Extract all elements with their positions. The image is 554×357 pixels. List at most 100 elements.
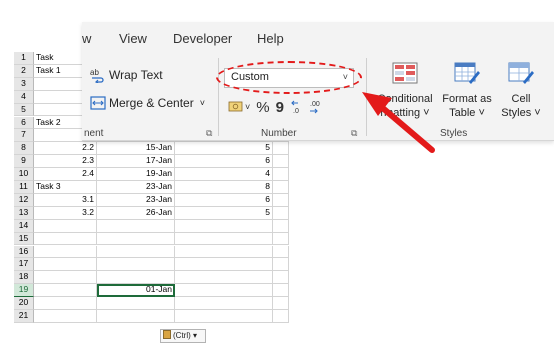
decrease-decimal-icon[interactable]: .00 <box>308 99 326 115</box>
cell-column-c[interactable] <box>175 219 273 233</box>
cell-column-d[interactable] <box>273 297 289 310</box>
cell-column-c[interactable]: 5 <box>175 206 273 220</box>
cell-column-c[interactable]: 6 <box>175 193 273 207</box>
row-header[interactable]: 2 <box>14 64 34 78</box>
wrap-text-button[interactable]: ab Wrap Text <box>90 67 163 83</box>
tab-help[interactable]: Help <box>257 31 284 46</box>
row-header[interactable]: 4 <box>14 90 34 104</box>
tab-review-partial[interactable]: w <box>82 31 91 46</box>
merge-dropdown-chevron-icon[interactable]: ˅ <box>200 98 205 108</box>
cell-column-b[interactable] <box>97 310 175 323</box>
cell-column-d[interactable] <box>273 232 289 246</box>
cell-column-a[interactable]: Task 3 <box>34 181 97 194</box>
tab-view[interactable]: View <box>119 31 147 46</box>
row-header[interactable]: 16 <box>14 245 34 259</box>
row-header[interactable]: 8 <box>14 142 34 156</box>
row-header[interactable]: 10 <box>14 168 34 181</box>
cell-column-d[interactable] <box>273 206 289 220</box>
row-header[interactable]: 19 <box>14 284 34 298</box>
cell-column-d[interactable] <box>273 155 289 169</box>
format-as-table-icon <box>454 62 480 84</box>
row-header[interactable]: 13 <box>14 206 34 220</box>
paste-options-button[interactable]: (Ctrl) ▾ <box>160 329 206 343</box>
cell-column-c[interactable] <box>175 284 273 298</box>
cell-column-b[interactable]: 15-Jan <box>97 142 175 156</box>
cell-styles-button[interactable]: Cell Styles ˅ <box>498 62 544 120</box>
cell-column-a[interactable] <box>34 219 97 233</box>
cell-column-a[interactable] <box>34 232 97 246</box>
cell-column-d[interactable] <box>273 142 289 156</box>
cell-column-b[interactable] <box>97 245 175 259</box>
number-dialog-launcher-icon[interactable]: ⧉ <box>351 128 357 139</box>
row-header[interactable]: 6 <box>14 116 34 130</box>
svg-text:.00: .00 <box>310 101 320 108</box>
cell-column-d[interactable] <box>273 245 289 259</box>
conditional-formatting-label-2: rmatting ˅ <box>380 107 430 119</box>
accounting-format-icon[interactable] <box>228 100 244 114</box>
cell-column-a[interactable] <box>34 284 97 298</box>
cell-column-a[interactable] <box>34 310 97 323</box>
cell-column-c[interactable]: 5 <box>175 142 273 156</box>
row-header[interactable]: 11 <box>14 181 34 194</box>
cell-column-d[interactable] <box>273 168 289 181</box>
cell-column-b[interactable]: 17-Jan <box>97 155 175 169</box>
cell-column-d[interactable] <box>273 181 289 194</box>
row-header[interactable]: 15 <box>14 232 34 246</box>
merge-center-button[interactable]: Merge & Center ˅ <box>90 96 205 110</box>
cell-column-b[interactable] <box>97 258 175 272</box>
cell-column-a[interactable] <box>34 271 97 285</box>
cell-column-a[interactable] <box>34 297 97 310</box>
row-header[interactable]: 3 <box>14 77 34 91</box>
accounting-chevron-icon[interactable]: ˅ <box>245 102 250 112</box>
row-header[interactable]: 17 <box>14 258 34 272</box>
alignment-dialog-launcher-icon[interactable]: ⧉ <box>206 128 212 139</box>
cell-column-d[interactable] <box>273 219 289 233</box>
cell-column-a[interactable]: 2.4 <box>34 168 97 181</box>
cell-column-d[interactable] <box>273 310 289 323</box>
row-header[interactable]: 9 <box>14 155 34 169</box>
row-header[interactable]: 7 <box>14 129 34 143</box>
tab-developer[interactable]: Developer <box>173 31 232 46</box>
row-header[interactable]: 14 <box>14 219 34 233</box>
cell-column-c[interactable] <box>175 258 273 272</box>
increase-decimal-icon[interactable]: .0 <box>290 99 308 115</box>
row-header[interactable]: 21 <box>14 310 34 323</box>
row-header[interactable]: 18 <box>14 271 34 285</box>
cell-column-c[interactable] <box>175 232 273 246</box>
cell-column-b[interactable] <box>97 297 175 310</box>
cell-column-c[interactable] <box>175 271 273 285</box>
row-header[interactable]: 20 <box>14 297 34 310</box>
format-as-table-button[interactable]: Format as Table ˅ <box>440 62 494 120</box>
cell-column-b[interactable] <box>97 219 175 233</box>
comma-style-button[interactable]: 9 <box>276 99 284 116</box>
cell-column-c[interactable] <box>175 245 273 259</box>
cell-column-a[interactable] <box>34 258 97 272</box>
cell-column-d[interactable] <box>273 271 289 285</box>
cell-column-a[interactable]: 2.2 <box>34 142 97 156</box>
cell-column-a[interactable]: 2.3 <box>34 155 97 169</box>
cell-column-b[interactable]: 23-Jan <box>97 193 175 207</box>
percent-style-button[interactable]: % <box>256 99 269 116</box>
cell-column-b[interactable]: 26-Jan <box>97 206 175 220</box>
cell-column-c[interactable]: 4 <box>175 168 273 181</box>
cell-column-c[interactable] <box>175 310 273 323</box>
row-header[interactable]: 12 <box>14 193 34 207</box>
cell-column-d[interactable] <box>273 193 289 207</box>
cell-column-b[interactable]: 23-Jan <box>97 181 175 194</box>
cell-column-b[interactable] <box>97 271 175 285</box>
cell-column-c[interactable]: 8 <box>175 181 273 194</box>
merge-center-icon <box>90 96 106 110</box>
cell-column-c[interactable] <box>175 297 273 310</box>
cell-column-a[interactable] <box>34 245 97 259</box>
row-header[interactable]: 1 <box>14 52 34 65</box>
row-header[interactable]: 5 <box>14 103 34 117</box>
conditional-formatting-button[interactable]: Conditional rmatting ˅ <box>374 62 436 120</box>
cell-column-a[interactable]: 3.1 <box>34 193 97 207</box>
cell-column-c[interactable]: 6 <box>175 155 273 169</box>
cell-column-d[interactable] <box>273 258 289 272</box>
active-cell[interactable]: 01-Jan <box>97 284 175 298</box>
cell-column-a[interactable]: 3.2 <box>34 206 97 220</box>
cell-column-b[interactable] <box>97 232 175 246</box>
cell-column-b[interactable]: 19-Jan <box>97 168 175 181</box>
cell-column-d[interactable] <box>273 284 289 298</box>
